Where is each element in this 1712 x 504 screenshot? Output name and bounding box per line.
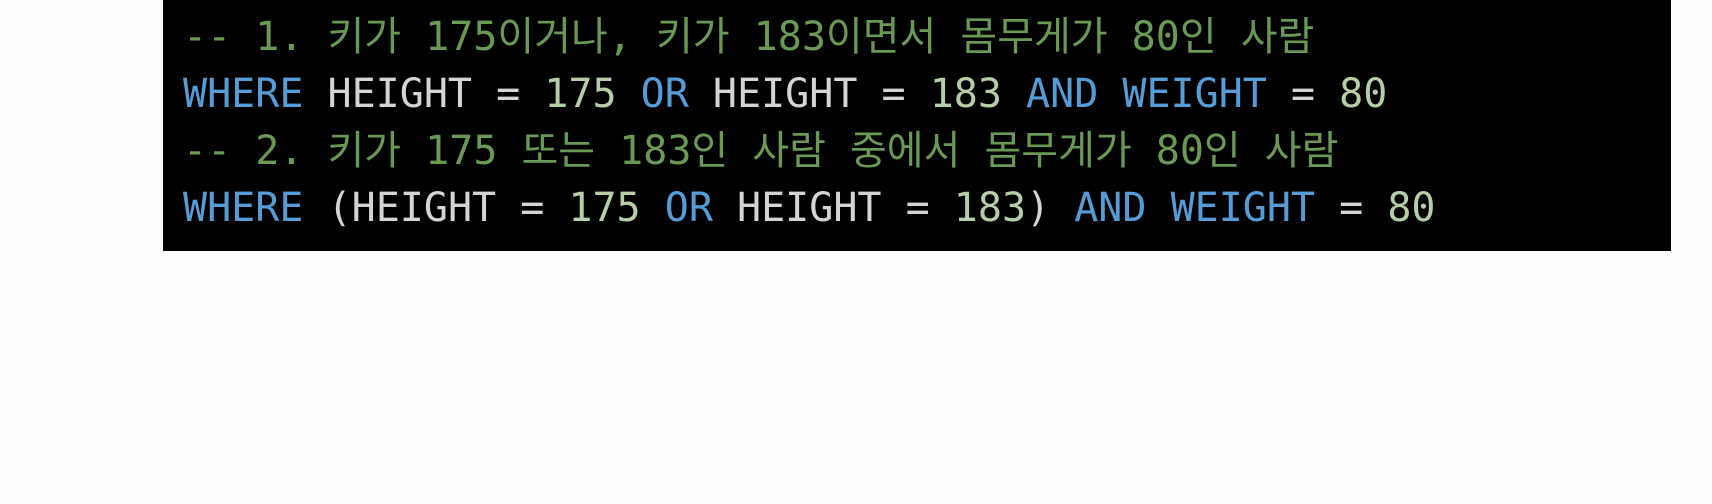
code-line-1: -- 1. 키가 175이거나, 키가 183이면서 몸무게가 80인 사람 xyxy=(183,9,1671,66)
sql-operator-equals: = xyxy=(496,71,521,117)
sql-operator-equals: = xyxy=(905,185,930,231)
sql-keyword-or: OR xyxy=(640,71,689,117)
sql-keyword-and: AND xyxy=(1026,71,1099,117)
code-line-4: WHERE (HEIGHT = 175 OR HEIGHT = 183) AND… xyxy=(183,180,1671,237)
sql-comment-2: -- 2. 키가 175 또는 183인 사람 중에서 몸무게가 80인 사람 xyxy=(183,128,1339,174)
sql-keyword-and: AND xyxy=(1074,185,1147,231)
sql-operator-equals: = xyxy=(881,71,906,117)
sql-number: 175 xyxy=(568,185,641,231)
sql-identifier-height: HEIGHT xyxy=(712,71,858,117)
sql-number: 175 xyxy=(544,71,617,117)
sql-number: 183 xyxy=(953,185,1027,231)
sql-operator-equals: = xyxy=(1339,185,1364,231)
sql-number: 80 xyxy=(1339,71,1388,117)
sql-keyword-where: WHERE xyxy=(183,71,304,117)
sql-identifier-weight: WEIGHT xyxy=(1170,185,1316,231)
sql-operator-equals: = xyxy=(520,185,545,231)
sql-identifier-weight: WEIGHT xyxy=(1122,71,1267,117)
sql-keyword-where: WHERE xyxy=(183,185,304,231)
sql-paren-open: ( xyxy=(327,185,352,231)
sql-identifier-height: HEIGHT xyxy=(737,185,882,231)
sql-identifier-height: HEIGHT xyxy=(351,185,497,231)
code-block: -- 1. 키가 175이거나, 키가 183이면서 몸무게가 80인 사람 W… xyxy=(163,0,1671,251)
sql-keyword-or: OR xyxy=(664,185,713,231)
code-line-3: -- 2. 키가 175 또는 183인 사람 중에서 몸무게가 80인 사람 xyxy=(183,123,1671,180)
sql-identifier-height: HEIGHT xyxy=(327,71,473,117)
sql-operator-equals: = xyxy=(1290,71,1316,117)
sql-paren-close: ) xyxy=(1026,185,1051,231)
code-line-2: WHERE HEIGHT = 175 OR HEIGHT = 183 AND W… xyxy=(183,66,1671,123)
sql-number: 183 xyxy=(929,71,1002,117)
sql-comment-1: -- 1. 키가 175이거나, 키가 183이면서 몸무게가 80인 사람 xyxy=(183,14,1315,60)
sql-number: 80 xyxy=(1387,185,1436,231)
